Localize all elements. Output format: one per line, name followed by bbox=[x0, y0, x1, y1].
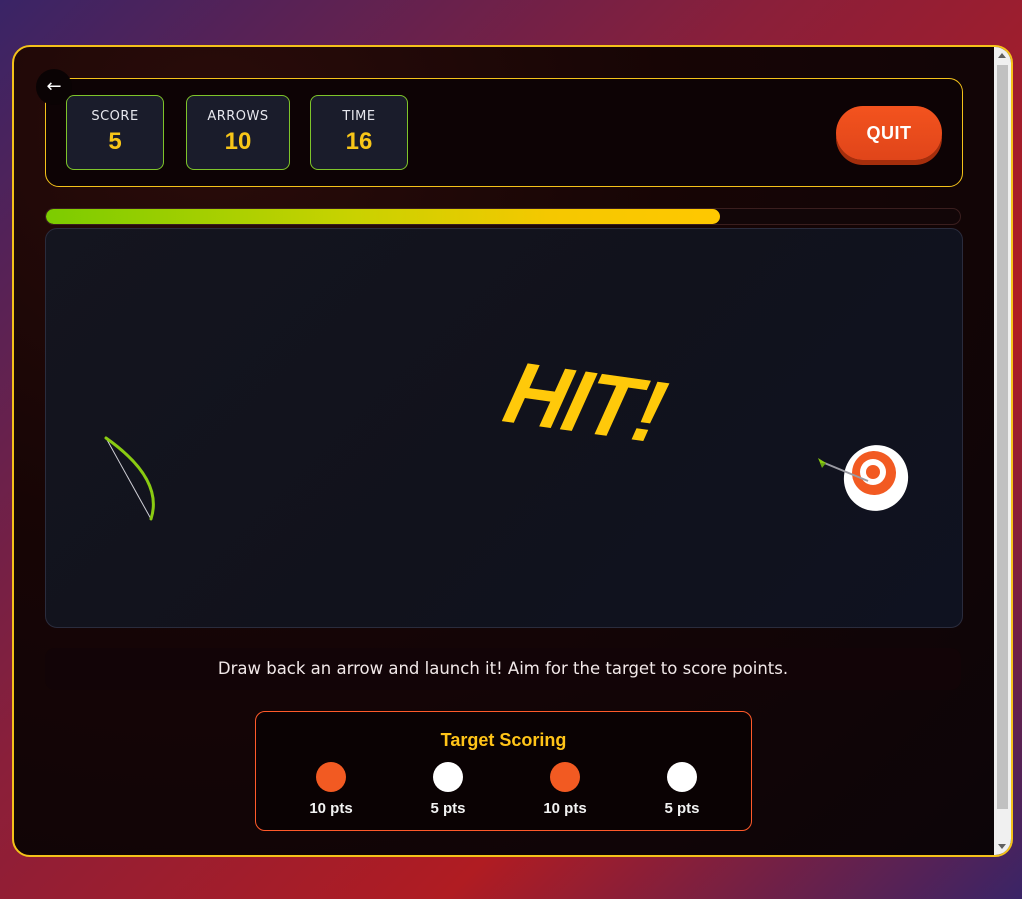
arrows-stat: ARROWS 10 bbox=[186, 95, 290, 170]
scroll-thumb[interactable] bbox=[997, 65, 1008, 809]
back-button[interactable]: ← bbox=[36, 69, 72, 105]
zone-label: 5 pts bbox=[664, 800, 700, 817]
time-label: TIME bbox=[342, 109, 376, 124]
zone-dot-icon bbox=[316, 762, 346, 792]
zone-label: 10 pts bbox=[309, 800, 353, 817]
bow-string bbox=[105, 437, 152, 520]
zone-dot-icon bbox=[433, 762, 463, 792]
bow-icon[interactable] bbox=[104, 436, 155, 521]
vertical-scrollbar[interactable] bbox=[994, 47, 1011, 855]
scroll-up-icon[interactable] bbox=[998, 53, 1006, 58]
scoring-title: Target Scoring bbox=[440, 730, 567, 750]
zone-dot-icon bbox=[667, 762, 697, 792]
instructions-text: Draw back an arrow and launch it! Aim fo… bbox=[45, 648, 961, 690]
arrows-label: ARROWS bbox=[207, 109, 269, 124]
zone-label: 10 pts bbox=[543, 800, 587, 817]
scoring-zone: 10 pts bbox=[525, 762, 605, 817]
game-window: ← SCORE 5 ARROWS 10 TIME 16 QUIT HIT! Dr… bbox=[12, 45, 1013, 857]
progress-fill bbox=[46, 209, 720, 224]
arrows-value: 10 bbox=[224, 128, 252, 155]
scoring-zone: 5 pts bbox=[642, 762, 722, 817]
scoring-zone: 10 pts bbox=[291, 762, 371, 817]
scoring-zone: 5 pts bbox=[408, 762, 488, 817]
quit-button[interactable]: QUIT bbox=[836, 106, 942, 160]
progress-bar bbox=[45, 208, 961, 225]
hud-panel: SCORE 5 ARROWS 10 TIME 16 QUIT bbox=[45, 78, 963, 187]
target-icon bbox=[843, 445, 909, 511]
score-label: SCORE bbox=[91, 109, 139, 124]
game-arena[interactable]: HIT! bbox=[45, 228, 963, 628]
time-value: 16 bbox=[345, 128, 373, 155]
zone-dot-icon bbox=[550, 762, 580, 792]
target-scoring-panel: Target Scoring 10 pts 5 pts 10 pts 5 pts bbox=[255, 711, 752, 831]
hit-feedback-text: HIT! bbox=[495, 343, 674, 461]
scroll-down-icon[interactable] bbox=[998, 844, 1006, 849]
score-stat: SCORE 5 bbox=[66, 95, 164, 170]
time-stat: TIME 16 bbox=[310, 95, 408, 170]
zone-label: 5 pts bbox=[430, 800, 466, 817]
score-value: 5 bbox=[108, 128, 122, 155]
